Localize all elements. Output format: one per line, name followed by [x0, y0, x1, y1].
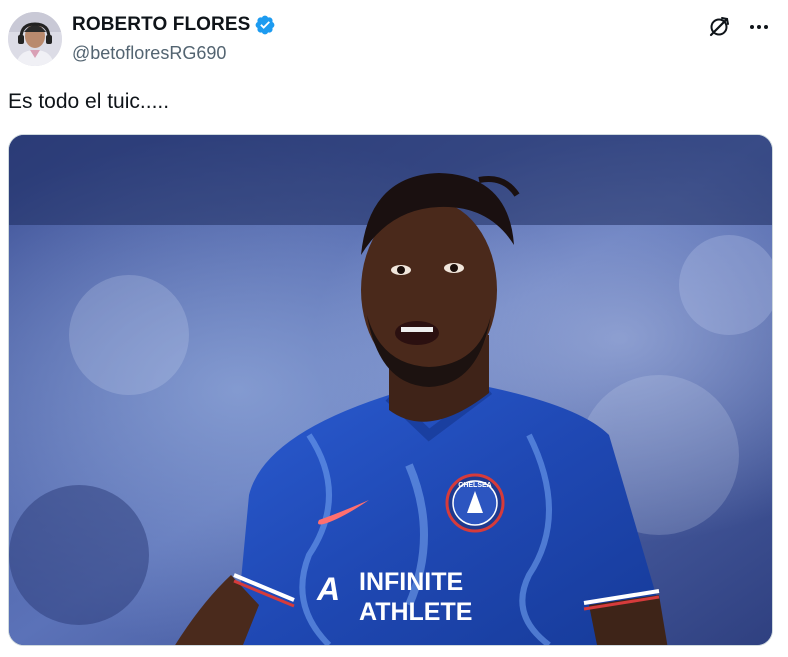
- tweet-top-actions: [706, 14, 772, 40]
- svg-text:A: A: [316, 571, 340, 607]
- tweet-card: ROBERTO FLORES @betofloresRG690 Es todo …: [0, 0, 788, 657]
- author-name-row[interactable]: ROBERTO FLORES: [72, 14, 276, 36]
- verified-badge-icon: [256, 15, 275, 35]
- svg-text:INFINITE: INFINITE: [359, 568, 463, 596]
- tweet-text: Es todo el tuic.....: [8, 90, 170, 113]
- svg-text:CHELSEA: CHELSEA: [458, 482, 491, 489]
- tweet-media-photo[interactable]: CHELSEA A INFINITE ATHLETE: [8, 134, 773, 646]
- author-handle[interactable]: @betofloresRG690: [72, 43, 226, 64]
- more-icon[interactable]: [746, 14, 772, 40]
- display-name[interactable]: ROBERTO FLORES: [72, 14, 250, 36]
- grok-icon[interactable]: [706, 14, 732, 40]
- svg-text:ATHLETE: ATHLETE: [359, 598, 472, 626]
- chelsea-crest-icon: CHELSEA: [445, 473, 505, 533]
- avatar[interactable]: [8, 12, 62, 66]
